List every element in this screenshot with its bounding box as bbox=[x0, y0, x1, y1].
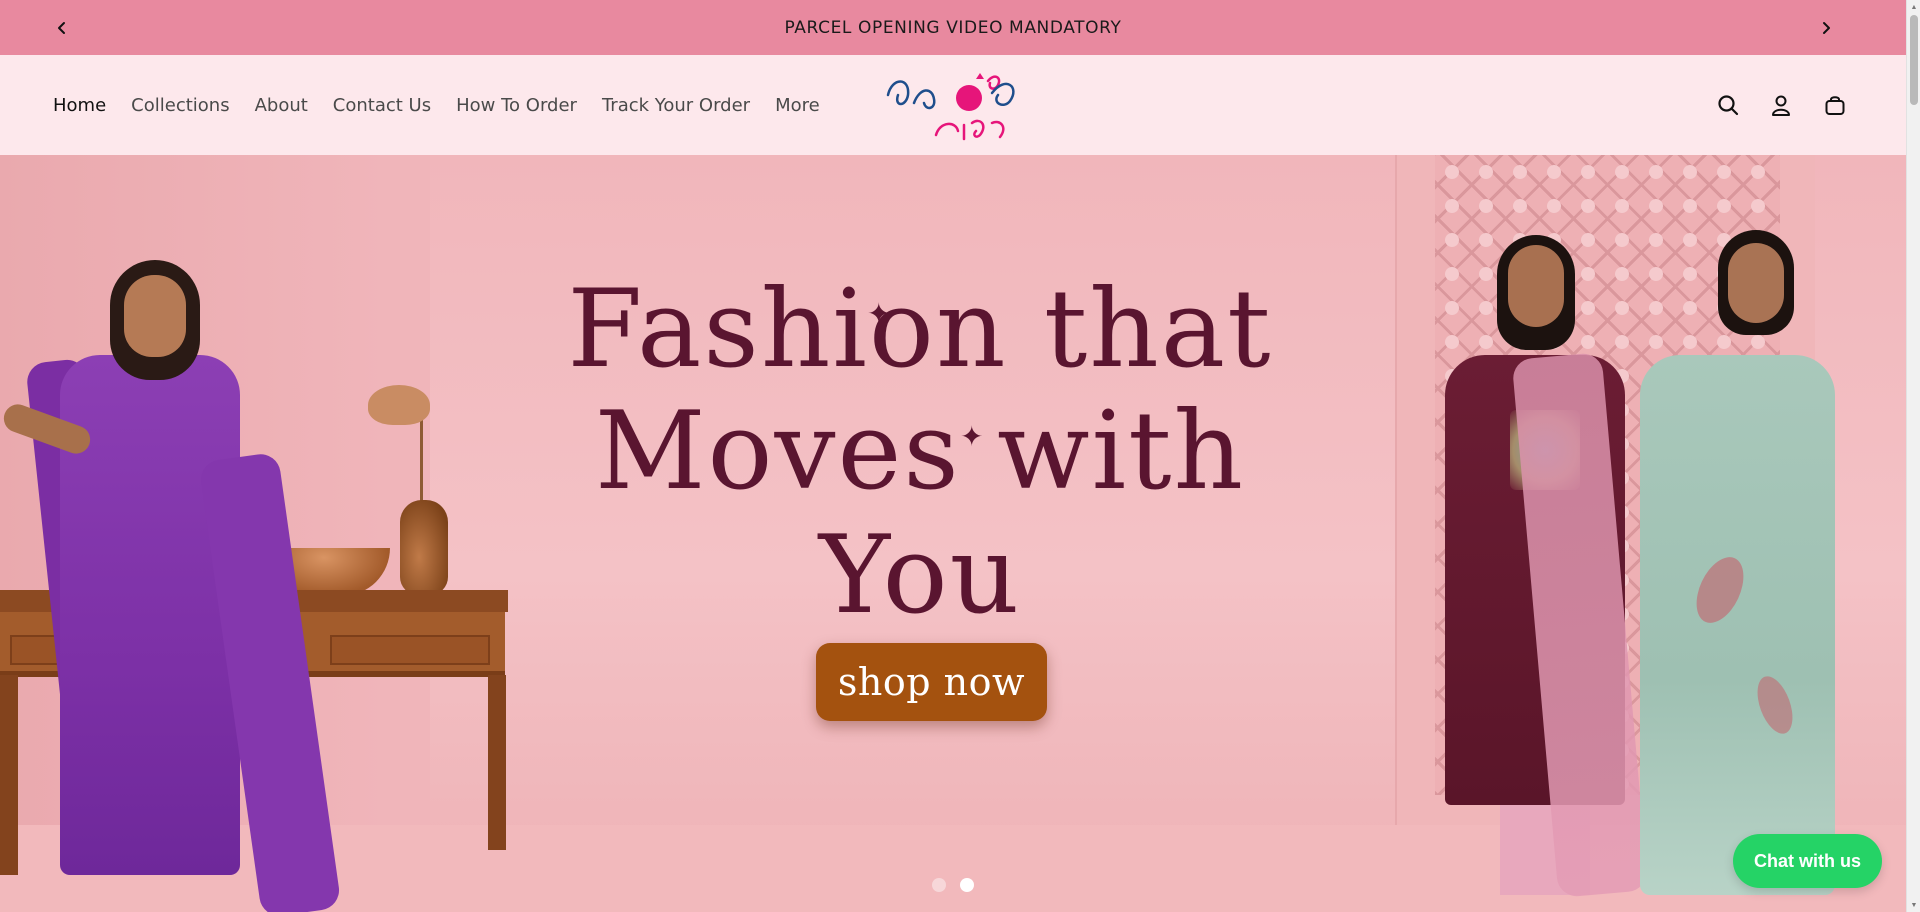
nav-track-your-order[interactable]: Track Your Order bbox=[602, 95, 750, 116]
decor-vase bbox=[400, 500, 448, 595]
nav-home[interactable]: Home bbox=[53, 95, 106, 116]
search-button[interactable] bbox=[1714, 91, 1742, 119]
page-scrollbar[interactable]: ▲ ▼ bbox=[1906, 0, 1920, 912]
brand-logo-image bbox=[886, 73, 1015, 141]
cart-bag-icon bbox=[1825, 96, 1845, 115]
announcement-prev-button[interactable] bbox=[48, 14, 76, 42]
chevron-right-icon bbox=[1823, 22, 1830, 34]
decor-table-leg bbox=[0, 675, 18, 875]
slider-dot-2[interactable] bbox=[960, 878, 974, 892]
shop-now-button[interactable]: shop now bbox=[816, 643, 1047, 721]
model-right-face bbox=[1728, 243, 1784, 323]
slider-dots bbox=[932, 878, 974, 892]
nav-more[interactable]: More bbox=[775, 95, 820, 116]
site-header: Home Collections About Contact Us How To… bbox=[0, 55, 1906, 155]
hero-headline-line2: Moves with You bbox=[594, 389, 1246, 638]
model-middle-face bbox=[1508, 245, 1564, 327]
main-nav: Home Collections About Contact Us How To… bbox=[53, 55, 820, 155]
hero-banner[interactable]: Fashion that Moves with You ✦ ✦ shop now bbox=[0, 155, 1906, 912]
chat-with-us-button[interactable]: Chat with us bbox=[1733, 834, 1882, 888]
scroll-down-arrow-icon[interactable]: ▼ bbox=[1907, 898, 1920, 912]
chat-label: Chat with us bbox=[1754, 850, 1861, 871]
model-left-face bbox=[124, 275, 186, 357]
cart-button[interactable] bbox=[1821, 91, 1849, 119]
chevron-left-icon bbox=[58, 22, 65, 34]
page: PARCEL OPENING VIDEO MANDATORY Home Coll… bbox=[0, 0, 1920, 912]
scroll-up-arrow-icon[interactable]: ▲ bbox=[1907, 0, 1920, 14]
decor-lotus bbox=[368, 385, 430, 425]
nav-how-to-order[interactable]: How To Order bbox=[456, 95, 577, 116]
account-button[interactable] bbox=[1767, 91, 1795, 119]
search-icon bbox=[1718, 95, 1739, 116]
account-icon bbox=[1772, 95, 1790, 116]
nav-about[interactable]: About bbox=[255, 95, 308, 116]
nav-contact-us[interactable]: Contact Us bbox=[333, 95, 431, 116]
nav-collections[interactable]: Collections bbox=[131, 95, 229, 116]
sparkle-icon: ✦ bbox=[867, 298, 891, 329]
announcement-next-button[interactable] bbox=[1812, 14, 1840, 42]
scroll-thumb[interactable] bbox=[1910, 15, 1918, 105]
shop-now-label: shop now bbox=[837, 660, 1026, 704]
decor-table-drawer bbox=[330, 635, 490, 665]
brand-logo[interactable] bbox=[880, 65, 1030, 147]
hero-headline: Fashion that Moves with You bbox=[500, 270, 1340, 638]
sparkle-icon: ✦ bbox=[960, 421, 984, 452]
decor-table-leg bbox=[488, 675, 506, 850]
announcement-text: PARCEL OPENING VIDEO MANDATORY bbox=[784, 17, 1122, 38]
announcement-bar: PARCEL OPENING VIDEO MANDATORY bbox=[0, 0, 1906, 55]
slider-dot-1[interactable] bbox=[932, 878, 946, 892]
model-right-sage-kurta bbox=[1640, 355, 1835, 895]
hero-headline-line1: Fashion that bbox=[567, 267, 1273, 392]
